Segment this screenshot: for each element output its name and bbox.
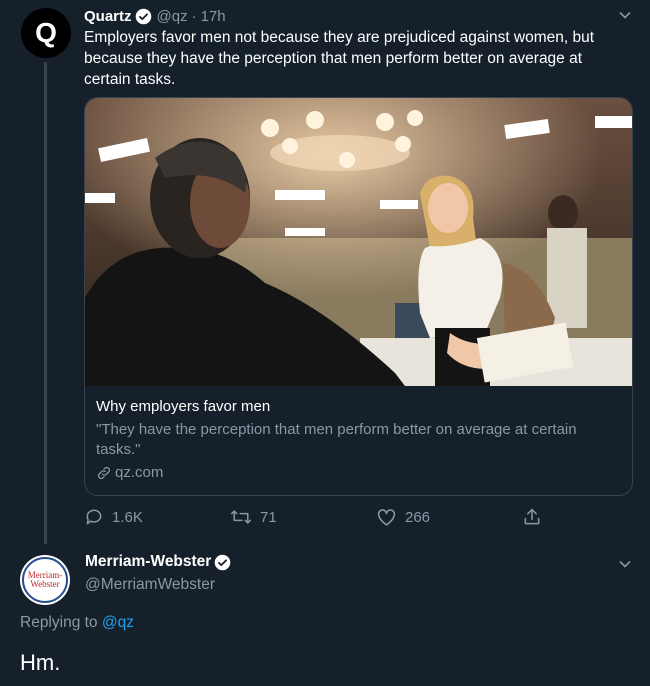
avatar-quartz[interactable]: Q: [21, 8, 71, 58]
timestamp[interactable]: 17h: [201, 8, 226, 25]
like-count: 266: [405, 508, 431, 526]
tweet-text: Employers favor men not because they are…: [84, 29, 595, 88]
share-icon: [524, 508, 540, 525]
link-card[interactable]: Why employers favor men "They have the p…: [84, 97, 633, 496]
tweet2-header: Merriam-Webster: [85, 553, 236, 571]
tweet-actions: 1.6K 71 266: [84, 507, 554, 529]
reply-button[interactable]: 1.6K: [84, 507, 143, 527]
retweet-icon: [230, 510, 252, 524]
chevron-down-icon[interactable]: [618, 8, 632, 22]
reply-count: 1.6K: [112, 508, 143, 526]
card-domain-text: qz.com: [115, 464, 164, 481]
logo-text-line2: Webster: [30, 579, 60, 589]
author-name[interactable]: Quartz: [84, 8, 132, 25]
tweet-text: Hm.: [20, 650, 61, 675]
verified-icon: [215, 554, 231, 570]
separator-dot: ·: [191, 7, 197, 25]
card-title: Why employers favor men: [96, 398, 271, 415]
tweet-header: Quartz @qz · 17h: [84, 6, 226, 26]
author-name[interactable]: Merriam-Webster: [85, 553, 211, 571]
card-domain: qz.com: [96, 464, 163, 481]
verified-icon: [135, 8, 151, 24]
replying-to: Replying to @qz: [20, 614, 134, 632]
merriam-webster-logo: Merriam- Webster: [22, 557, 68, 603]
share-button[interactable]: [522, 507, 550, 527]
reply-icon: [86, 509, 102, 525]
replying-to-link[interactable]: @qz: [102, 614, 134, 631]
retweet-button[interactable]: 71: [230, 507, 277, 527]
tweet-quartz[interactable]: Q Quartz @qz · 17h Employers favor men n…: [0, 0, 650, 544]
avatar-letter: Q: [35, 17, 57, 48]
card-image: [85, 98, 632, 386]
like-button[interactable]: 266: [376, 507, 430, 527]
replying-prefix: Replying to: [20, 614, 98, 631]
retweet-count: 71: [260, 508, 277, 526]
avatar-merriam-webster[interactable]: Merriam- Webster: [20, 555, 70, 605]
thread-line: [44, 62, 47, 544]
heart-icon: [377, 509, 396, 526]
author-handle[interactable]: @qz: [157, 8, 188, 25]
chevron-down-icon[interactable]: [618, 557, 632, 571]
link-icon: [97, 466, 111, 479]
author-handle[interactable]: @MerriamWebster: [85, 576, 215, 594]
card-description: "They have the perception that men perfo…: [96, 421, 577, 458]
